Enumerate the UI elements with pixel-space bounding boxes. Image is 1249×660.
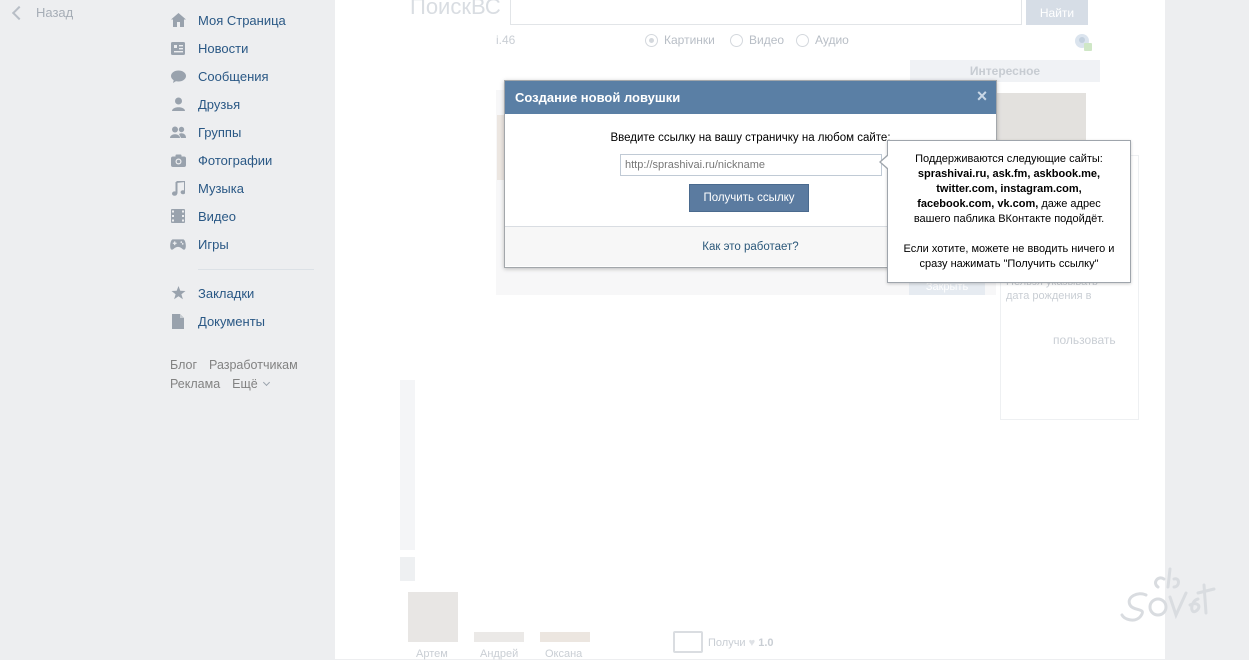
faded-name: Артем bbox=[416, 648, 448, 660]
radio-audio[interactable]: Аудио bbox=[796, 33, 849, 47]
radio-dot-icon bbox=[730, 33, 743, 47]
supported-sites-tooltip: Поддерживаются следующие сайты: sprashiv… bbox=[879, 140, 1131, 283]
sidebar-item-label: Закладки bbox=[198, 285, 255, 301]
sidebar-item-games[interactable]: Игры bbox=[170, 230, 320, 258]
faded-app-icon bbox=[673, 631, 703, 653]
faded-name: Андрей bbox=[480, 648, 519, 660]
faded-photo bbox=[474, 632, 524, 642]
music-icon bbox=[170, 180, 186, 196]
faded-photo bbox=[408, 592, 458, 642]
tooltip-text: вашего паблика ВКонтакте подойдёт. bbox=[913, 213, 1105, 225]
radio-label: Аудио bbox=[815, 33, 849, 47]
sidebar-item-label: Моя Страница bbox=[198, 12, 286, 28]
rating-label: Получи bbox=[708, 637, 746, 649]
gamepad-icon bbox=[170, 236, 186, 252]
sidebar-item-label: Группы bbox=[198, 124, 242, 140]
prompt-text: Введите ссылку на вашу страничку на любо… bbox=[610, 132, 891, 144]
tooltip-sites: sprashivai.ru, ask.fm, askbook.me, bbox=[917, 168, 1101, 180]
faded-use-text: пользовать bbox=[1053, 333, 1116, 347]
results-count: i.46 bbox=[496, 33, 516, 47]
news-icon bbox=[170, 40, 186, 56]
faded-thumbnail bbox=[996, 93, 1086, 140]
sidebar: Моя Страница Новости Сообщения Друзья Гр… bbox=[170, 6, 320, 335]
heart-icon: ♥ bbox=[748, 637, 756, 649]
radio-pictures[interactable]: Картинки bbox=[645, 33, 715, 47]
sidebar-item-label: Друзья bbox=[198, 96, 241, 112]
sidebar-item-label: Новости bbox=[198, 40, 249, 56]
sidebar-item-messages[interactable]: Сообщения bbox=[170, 62, 320, 90]
sidebar-item-photos[interactable]: Фотографии bbox=[170, 146, 320, 174]
upload-image-icon[interactable] bbox=[1073, 32, 1093, 52]
chevron-left-icon bbox=[11, 5, 27, 20]
tooltip-sites: twitter.com, instagram.com, bbox=[936, 183, 1082, 195]
sidebar-footer-links: Блог Разработчикам Реклама Ещё bbox=[170, 356, 310, 394]
close-icon[interactable]: × bbox=[974, 87, 990, 105]
sidebar-item-label: Сообщения bbox=[198, 68, 269, 84]
sidebar-item-groups[interactable]: Группы bbox=[170, 118, 320, 146]
profile-link-input[interactable]: http://sprashivai.ru/nickname bbox=[620, 154, 882, 176]
sidebar-item-my-page[interactable]: Моя Страница bbox=[170, 6, 320, 34]
sidebar-item-video[interactable]: Видео bbox=[170, 202, 320, 230]
sidebar-item-music[interactable]: Музыка bbox=[170, 174, 320, 202]
friends-icon bbox=[170, 96, 186, 112]
home-icon bbox=[170, 12, 186, 28]
dialog-title: Создание новой ловушки bbox=[515, 90, 681, 105]
rating-value: 1.0 bbox=[758, 637, 774, 649]
sidebar-item-label: Видео bbox=[198, 208, 236, 224]
footer-link-ads[interactable]: Реклама bbox=[170, 377, 220, 391]
search-page-title: ПоискВС bbox=[410, 0, 501, 19]
radio-dot-icon bbox=[796, 33, 809, 47]
faded-left-block bbox=[400, 380, 415, 550]
faded-left-block bbox=[400, 557, 415, 581]
back-link[interactable]: Назад bbox=[10, 5, 73, 20]
footer-link-developers[interactable]: Разработчикам bbox=[209, 358, 298, 372]
radio-label: Картинки bbox=[664, 33, 715, 47]
get-link-button[interactable]: Получить ссылку bbox=[689, 184, 809, 212]
tooltip-text: даже адрес bbox=[1038, 198, 1101, 210]
faded-name: Оксана bbox=[545, 648, 583, 660]
back-label: Назад bbox=[36, 5, 74, 20]
interesting-header: Интересное bbox=[910, 60, 1100, 82]
dialog-header: Создание новой ловушки × bbox=[505, 81, 996, 114]
camera-icon bbox=[170, 152, 186, 168]
faded-text-line: дата рождения в bbox=[1006, 290, 1092, 302]
search-button[interactable]: Найти bbox=[1026, 0, 1088, 25]
radio-dot-icon bbox=[645, 33, 658, 47]
sidebar-item-label: Игры bbox=[198, 236, 229, 252]
radio-label: Видео bbox=[749, 33, 785, 47]
sidebar-item-documents[interactable]: Документы bbox=[170, 307, 320, 335]
sidebar-item-friends[interactable]: Друзья bbox=[170, 90, 320, 118]
video-icon bbox=[170, 208, 186, 224]
sidebar-item-label: Документы bbox=[198, 313, 266, 329]
footer-link-more[interactable]: Ещё bbox=[232, 377, 269, 391]
sidebar-item-bookmarks[interactable]: Закладки bbox=[170, 279, 320, 307]
tooltip-intro: Поддерживаются следующие сайты: bbox=[915, 153, 1103, 165]
watermark-logo bbox=[1118, 557, 1218, 627]
groups-icon bbox=[170, 124, 186, 140]
sidebar-item-label: Фотографии bbox=[198, 152, 273, 168]
tooltip-hint: Если хотите, можете не вводить ничего и bbox=[903, 243, 1115, 255]
radio-video[interactable]: Видео bbox=[730, 33, 784, 47]
sidebar-item-news[interactable]: Новости bbox=[170, 34, 320, 62]
star-icon bbox=[170, 285, 186, 301]
document-icon bbox=[170, 313, 186, 329]
sidebar-item-label: Музыка bbox=[198, 180, 244, 196]
sidebar-divider bbox=[198, 269, 314, 270]
tooltip-sites: facebook.com, vk.com, bbox=[917, 198, 1039, 210]
footer-link-blog[interactable]: Блог bbox=[170, 358, 197, 372]
tooltip-hint: сразу нажимать "Получить ссылку" bbox=[919, 258, 1099, 270]
messages-icon bbox=[170, 68, 186, 84]
faded-rating: Получи ♥ 1.0 bbox=[708, 637, 774, 649]
search-input[interactable] bbox=[510, 0, 1022, 25]
faded-photo bbox=[540, 632, 590, 642]
